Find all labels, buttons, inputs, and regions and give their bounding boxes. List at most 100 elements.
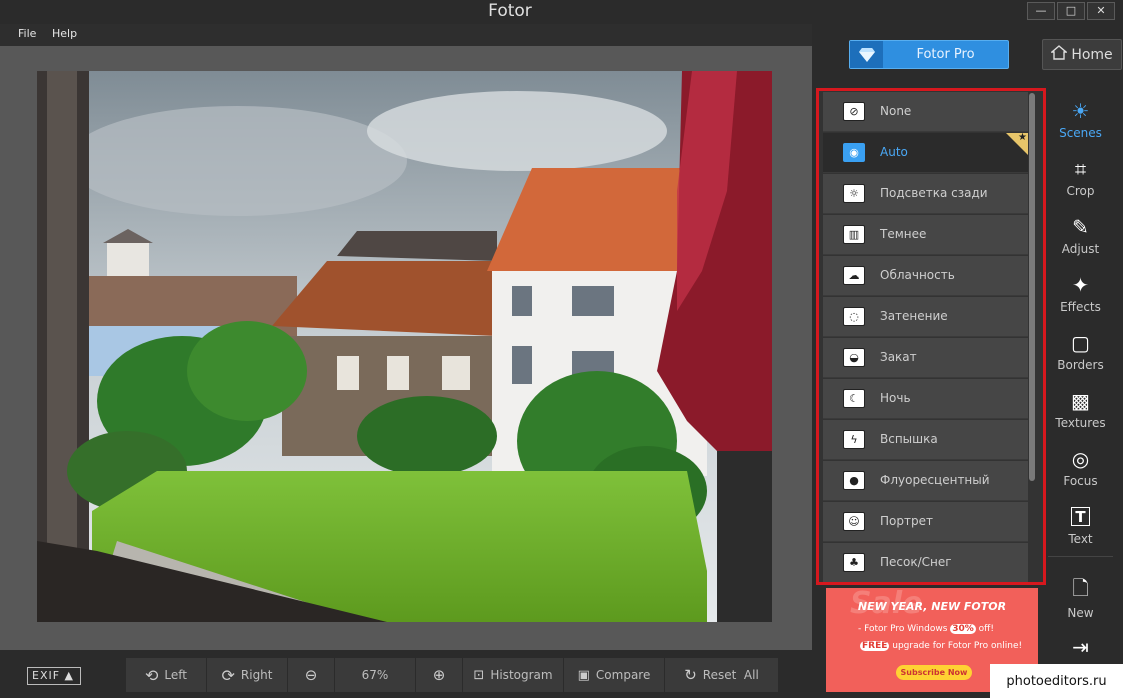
text-icon: T — [1071, 507, 1090, 526]
rotate-left-label: Left — [164, 668, 187, 682]
tool-label: Scenes — [1059, 126, 1102, 140]
pencil-icon: ✎ — [1072, 215, 1089, 239]
compare-button[interactable]: ▣ Compare — [564, 658, 664, 692]
star-icon: ★ — [1018, 132, 1027, 143]
scene-item-backlight[interactable]: ☼ Подсветка сзади — [823, 174, 1028, 214]
close-button[interactable]: ✕ — [1087, 2, 1115, 20]
subscribe-button[interactable]: Subscribe Now — [896, 665, 972, 680]
rotate-right-button[interactable]: ⟳ Right — [207, 658, 287, 692]
tool-borders[interactable]: ▢ Borders — [1048, 328, 1113, 384]
texture-icon: ▩ — [1071, 389, 1090, 413]
bottom-toolbar: EXIF ▲ ⟲ Left ⟳ Right ⊖ 67% ⊕ ⊡ Histogra… — [0, 650, 812, 698]
reset-all-button[interactable]: ↻ Reset All — [665, 658, 778, 692]
scene-item-fluorescent[interactable]: ● Флуоресцентный — [823, 461, 1028, 501]
discount-badge: 30% — [950, 624, 976, 634]
zoom-in-button[interactable]: ⊕ — [416, 658, 462, 692]
maximize-button[interactable]: □ — [1057, 2, 1085, 20]
scene-label: Затенение — [880, 309, 948, 323]
promo-line-1-tail: off! — [975, 624, 994, 634]
histogram-button[interactable]: ⊡ Histogram — [463, 658, 563, 692]
scene-item-sunset[interactable]: ◒ Закат — [823, 338, 1028, 378]
fotor-pro-button[interactable]: Fotor Pro — [849, 40, 1009, 69]
scene-item-darker[interactable]: ▥ Темнее — [823, 215, 1028, 255]
tool-label: Textures — [1055, 416, 1106, 430]
scene-label: Темнее — [880, 227, 927, 241]
sunset-icon: ◒ — [843, 348, 865, 367]
menu-file[interactable]: File — [18, 27, 36, 40]
diamond-icon — [850, 41, 883, 68]
zoom-out-icon: ⊖ — [304, 666, 318, 684]
promo-line-2-text: upgrade for Fotor Pro online! — [889, 641, 1023, 651]
fotor-pro-label: Fotor Pro — [916, 47, 975, 62]
scene-label: Ночь — [880, 391, 911, 405]
border-icon: ▢ — [1071, 331, 1090, 355]
promo-line-1-text: - Fotor Pro Windows — [858, 624, 951, 634]
focus-icon: ◎ — [1071, 447, 1090, 471]
backlight-icon: ☼ — [843, 184, 865, 203]
tool-effects[interactable]: ✦ Effects — [1048, 270, 1113, 326]
darker-icon: ▥ — [843, 225, 865, 244]
scene-label: Песок/Снег — [880, 555, 952, 569]
camera-icon: ◉ — [843, 143, 865, 162]
fotor-window: Fotor — □ ✕ File Help EXIF ▲ ⟲ Left ⟳ Ri… — [0, 0, 1123, 698]
scenes-scrollbar[interactable] — [1029, 93, 1035, 481]
zoom-level: 67% — [361, 668, 389, 682]
tool-adjust[interactable]: ✎ Adjust — [1048, 212, 1113, 268]
fluorescent-icon: ● — [843, 471, 865, 490]
compare-icon: ▣ — [577, 667, 590, 683]
new-file-icon: 🗋 — [1072, 576, 1089, 600]
tool-label: Crop — [1066, 184, 1095, 198]
menu-bar: File Help — [0, 24, 812, 46]
right-panel: Fotor Pro Home ⊘ None ◉ Auto ★ ☼ Подсвет… — [812, 24, 1123, 698]
scene-label: Флуоресцентный — [880, 473, 990, 487]
zoom-in-icon: ⊕ — [432, 666, 446, 684]
site-credit: photoeditors.ru — [990, 664, 1123, 698]
promo-line-2: FREE upgrade for Fotor Pro online! — [860, 641, 1022, 651]
beach-icon: ♣ — [843, 553, 865, 572]
tool-textures[interactable]: ▩ Textures — [1048, 386, 1113, 442]
scene-item-portrait[interactable]: ☺ Портрет — [823, 502, 1028, 542]
tool-label: Text — [1068, 532, 1093, 546]
scene-item-cloudy[interactable]: ☁ Облачность — [823, 256, 1028, 296]
promo-line-1: - Fotor Pro Windows 30% off! — [858, 624, 994, 634]
tool-label: Adjust — [1061, 242, 1100, 256]
photo-scene — [37, 71, 772, 622]
scene-item-flash[interactable]: ϟ Вспышка — [823, 420, 1028, 460]
histogram-icon: ⊡ — [473, 667, 485, 683]
scene-item-none[interactable]: ⊘ None — [823, 92, 1028, 132]
new-button[interactable]: 🗋 New — [1048, 576, 1113, 632]
window-title: Fotor — [488, 1, 532, 21]
scene-item-shade[interactable]: ◌ Затенение — [823, 297, 1028, 337]
scene-label: Облачность — [880, 268, 955, 282]
zoom-out-button[interactable]: ⊖ — [288, 658, 334, 692]
home-button[interactable]: Home — [1042, 39, 1122, 70]
minimize-button[interactable]: — — [1027, 2, 1055, 20]
compare-label: Compare — [595, 668, 651, 682]
scene-label: Закат — [880, 350, 917, 364]
shade-icon: ◌ — [843, 307, 865, 326]
tools-sidebar: ☀ Scenes ⌗ Crop ✎ Adjust ✦ Effects ▢ Bor… — [1048, 88, 1113, 558]
promo-title: NEW YEAR, NEW FOTOR — [857, 600, 1007, 613]
tool-crop[interactable]: ⌗ Crop — [1048, 154, 1113, 210]
exif-button[interactable]: EXIF ▲ — [27, 667, 81, 685]
tool-text[interactable]: T Text — [1048, 502, 1113, 558]
edited-photo[interactable] — [37, 71, 772, 622]
tool-label: Borders — [1057, 358, 1104, 372]
tool-label: Focus — [1063, 474, 1098, 488]
home-label: Home — [1071, 46, 1113, 63]
rotate-left-button[interactable]: ⟲ Left — [126, 658, 206, 692]
tool-focus[interactable]: ◎ Focus — [1048, 444, 1113, 500]
scene-item-night[interactable]: ☾ Ночь — [823, 379, 1028, 419]
reset-label: Reset All — [702, 668, 759, 682]
new-label: New — [1067, 606, 1094, 620]
tool-scenes[interactable]: ☀ Scenes — [1048, 96, 1113, 152]
scene-item-auto[interactable]: ◉ Auto ★ — [823, 132, 1028, 173]
home-icon — [1050, 45, 1069, 64]
scene-item-beach-snow[interactable]: ♣ Песок/Снег — [823, 543, 1028, 582]
import-icon: ⇥ — [1072, 635, 1089, 659]
scene-label: Auto — [880, 145, 908, 159]
menu-help[interactable]: Help — [52, 27, 77, 40]
crop-icon: ⌗ — [1074, 157, 1087, 181]
tool-label: Effects — [1060, 300, 1101, 314]
night-icon: ☾ — [843, 389, 865, 408]
